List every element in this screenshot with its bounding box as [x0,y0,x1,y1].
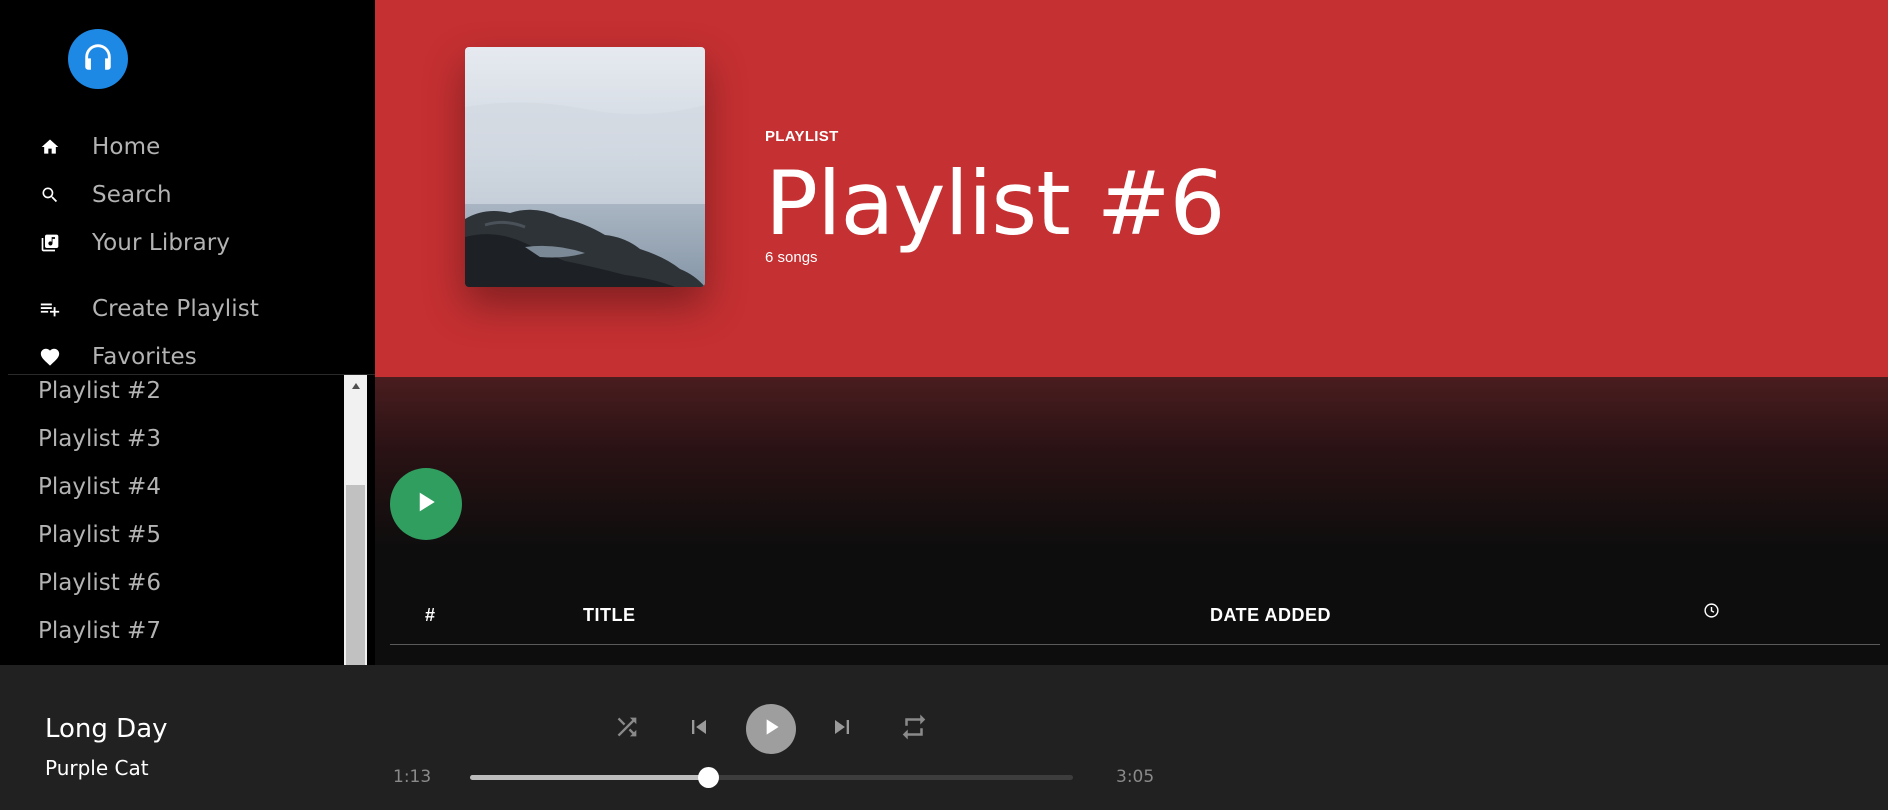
music-app: Home Search Your Library Create Playlist… [0,0,1888,810]
favorites-label: Favorites [92,344,197,370]
now-playing-title: Long Day [45,714,168,744]
shuffle-icon [613,713,641,746]
heart-icon [38,345,62,369]
next-track-button[interactable] [825,712,859,746]
column-header-date-added[interactable]: DATE ADDED [1210,605,1331,626]
sidebar-playlist-item[interactable]: Playlist #3 [38,426,161,452]
play-pause-button[interactable] [746,704,796,754]
progress-bar[interactable] [470,767,1073,788]
favorites-button[interactable]: Favorites [38,340,197,374]
app-logo[interactable] [68,29,128,89]
sidebar-playlist-item[interactable]: Playlist #2 [38,378,161,404]
nav-library-label: Your Library [92,230,231,256]
playlist-scrollbar[interactable] [344,375,367,665]
play-icon [758,714,784,745]
nav-search[interactable]: Search [38,178,172,212]
playlist-list[interactable]: Playlist #2 Playlist #3 Playlist #4 Play… [8,375,343,665]
play-icon [411,487,441,522]
player-bar: Long Day Purple Cat 1:13 3:05 [0,665,1888,810]
scroll-up-arrow-icon[interactable] [344,375,367,397]
column-header-duration[interactable] [1703,602,1720,624]
table-header-divider [390,644,1880,645]
nav-home-label: Home [92,134,161,160]
sidebar-playlist-item[interactable]: Playlist #7 [38,618,161,644]
nav-library[interactable]: Your Library [38,226,230,260]
playlist-header: PLAYLIST Playlist #6 6 songs [375,0,1888,377]
sidebar-playlist-item[interactable]: Playlist #4 [38,474,161,500]
playlist-add-icon [38,297,62,321]
library-icon [38,231,62,255]
create-playlist-label: Create Playlist [92,296,259,322]
playlist-type-label: PLAYLIST [765,128,839,145]
skip-next-icon [828,713,856,746]
create-playlist-button[interactable]: Create Playlist [38,292,259,326]
sidebar-playlist-item[interactable]: Playlist #5 [38,522,161,548]
column-header-title[interactable]: TITLE [583,605,636,626]
sidebar-playlist-item[interactable]: Playlist #6 [38,570,161,596]
nav-home[interactable]: Home [38,130,160,164]
search-icon [38,183,62,207]
skip-previous-icon [685,713,713,746]
song-count: 6 songs [765,249,818,266]
repeat-icon [899,712,929,747]
now-playing-artist[interactable]: Purple Cat [45,756,149,780]
total-duration: 3:05 [1116,767,1155,787]
scrollbar-thumb[interactable] [346,485,365,665]
sidebar: Home Search Your Library Create Playlist… [0,0,375,665]
home-icon [38,135,62,159]
shuffle-button[interactable] [610,712,644,746]
nav-search-label: Search [92,182,172,208]
tracklist-section: # TITLE DATE ADDED [375,377,1888,665]
progress-fill [470,775,709,780]
repeat-button[interactable] [897,712,931,746]
elapsed-time: 1:13 [393,767,432,787]
page-title: Playlist #6 [765,152,1225,255]
column-header-number[interactable]: # [425,605,436,626]
headphones-icon [81,40,115,79]
play-playlist-button[interactable] [390,468,462,540]
previous-track-button[interactable] [682,712,716,746]
progress-handle[interactable] [698,767,720,788]
clock-icon [1703,603,1720,623]
playlist-cover-image [465,47,705,287]
